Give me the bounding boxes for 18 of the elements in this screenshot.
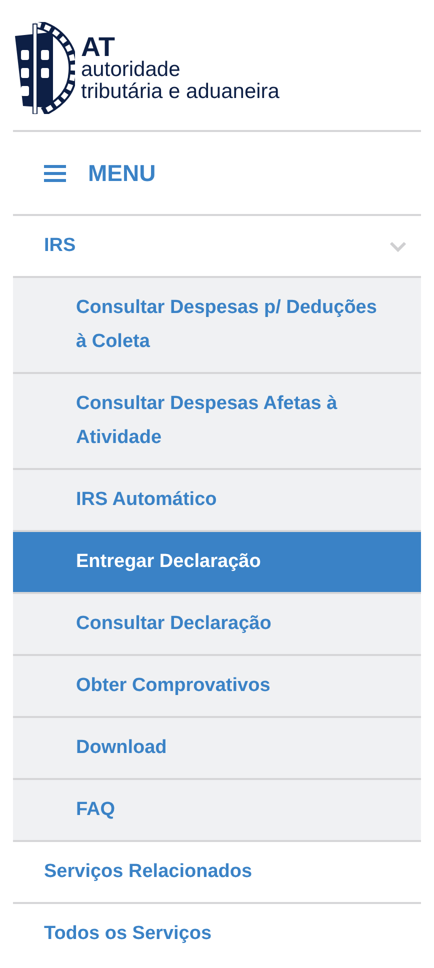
- submenu-item[interactable]: Consultar Despesas Afetas à Atividade: [13, 374, 421, 468]
- menu-icon: [44, 164, 66, 182]
- submenu-item[interactable]: Entregar Declaração: [13, 532, 421, 592]
- logo-text: tributária e aduaneira: [81, 80, 280, 102]
- logo-text: autoridade: [81, 58, 182, 80]
- menu-section[interactable]: Serviços Relacionados: [13, 842, 421, 902]
- submenu-item[interactable]: Download: [13, 718, 421, 778]
- logo-acronym: AT: [81, 34, 115, 58]
- coat-of-arms-icon: [13, 22, 75, 114]
- menu-section[interactable]: IRS: [13, 216, 421, 276]
- submenu-item[interactable]: FAQ: [13, 780, 421, 840]
- submenu-item[interactable]: Consultar Declaração: [13, 594, 421, 654]
- chevron-icon: [389, 240, 407, 252]
- submenu-item[interactable]: IRS Automático: [13, 470, 421, 530]
- submenu-item[interactable]: Consultar Despesas p/ Deduções à Coleta: [13, 278, 421, 372]
- menu-button[interactable]: MENU: [13, 132, 156, 214]
- submenu-item[interactable]: Obter Comprovativos: [13, 656, 421, 716]
- menu-section[interactable]: Todos os Serviços: [13, 904, 421, 964]
